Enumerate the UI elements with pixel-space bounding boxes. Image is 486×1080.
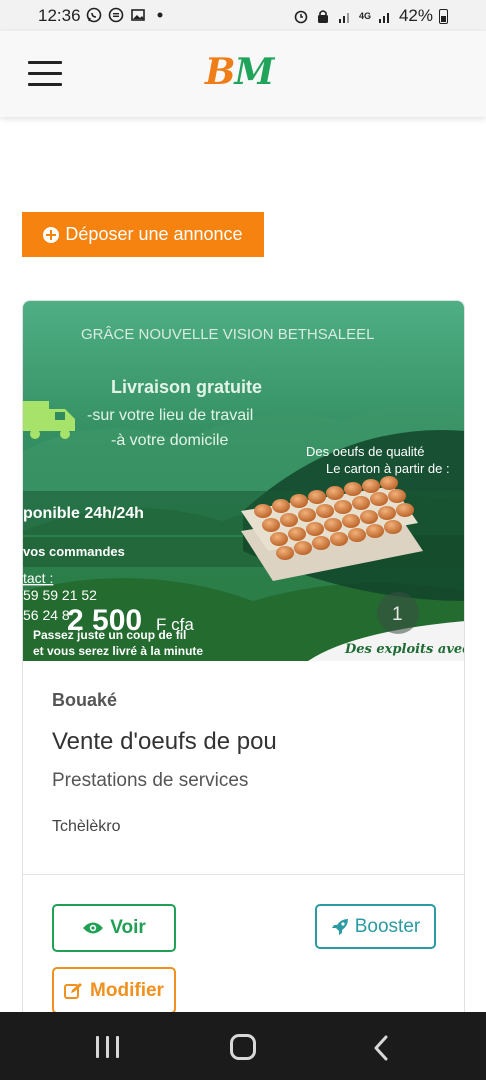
boost-button[interactable]: Booster <box>315 904 436 949</box>
battery-level: 42% <box>398 6 433 25</box>
tagline-1: Passez juste un coup de fil <box>33 628 186 642</box>
delivery-line-1: -sur votre lieu de travail <box>87 407 253 424</box>
plus-circle-icon <box>43 226 60 243</box>
delivery-title: Livraison gratuite <box>111 377 262 397</box>
system-nav-bar <box>0 1012 486 1080</box>
listing-card: GRÂCE NOUVELLE VISION BETHSALEEL Livrais… <box>22 300 465 1080</box>
tagline-2: et vous serez livré à la minute <box>33 644 203 658</box>
availability-text: ponible 24h/24h <box>23 505 144 522</box>
edit-button[interactable]: Modifier <box>52 967 176 1014</box>
lock-icon <box>317 10 328 23</box>
status-time: 12:36 <box>38 6 81 25</box>
message-icon <box>108 7 124 23</box>
orders-text: vos commandes <box>23 544 125 559</box>
deposit-ad-label: Déposer une annonce <box>65 224 243 244</box>
delivery-line-2: -à votre domicile <box>111 432 228 449</box>
system-status: 4G 42% <box>293 6 448 26</box>
hamburger-icon[interactable] <box>28 61 62 87</box>
signal-icon <box>338 13 349 23</box>
quality-line-2: Le carton à partir de : <box>326 461 450 476</box>
org-name: GRÂCE NOUVELLE VISION BETHSALEEL <box>81 326 374 343</box>
logo-letter-b: B <box>205 51 235 93</box>
recents-icon[interactable] <box>96 1036 120 1058</box>
rocket-icon <box>331 918 348 935</box>
battery-icon <box>439 8 448 24</box>
edit-icon <box>64 982 83 999</box>
image-counter: 1 <box>392 604 403 625</box>
eye-icon <box>83 922 104 934</box>
signal-icon-2 <box>378 13 389 23</box>
listing-photo: GRÂCE NOUVELLE VISION BETHSALEEL Livrais… <box>23 301 465 661</box>
card-divider <box>23 874 464 875</box>
back-icon[interactable] <box>370 1034 394 1062</box>
phone-2: 56 24 8 <box>23 607 70 623</box>
app-header: BM <box>0 31 486 117</box>
status-bar: 12:36 4G 42% <box>0 0 486 31</box>
listing-locality: Tchèlèkro <box>52 818 121 835</box>
deposit-ad-button[interactable]: Déposer une annonce <box>22 212 264 257</box>
view-button[interactable]: Voir <box>52 904 176 952</box>
whatsapp-icon <box>86 7 102 23</box>
listing-image[interactable]: GRÂCE NOUVELLE VISION BETHSALEEL Livrais… <box>23 301 465 661</box>
listing-category: Prestations de services <box>52 770 249 791</box>
boost-label: Booster <box>354 915 421 937</box>
quality-line-1: Des oeufs de qualité <box>306 444 425 459</box>
network-type: 4G <box>358 11 371 21</box>
notification-icons <box>86 7 168 23</box>
contact-label: tact : <box>23 570 53 586</box>
logo-letter-m: M <box>234 51 274 93</box>
listing-city: Bouaké <box>52 690 118 710</box>
listing-title[interactable]: Vente d'oeufs de pou <box>52 728 277 756</box>
dot-icon <box>157 12 163 18</box>
brand-logo[interactable]: BM <box>205 51 274 93</box>
gallery-icon <box>131 9 145 21</box>
edit-label: Modifier <box>90 979 164 1001</box>
home-icon[interactable] <box>230 1034 256 1060</box>
screen: 12:36 4G 42% BM Déposer une annonce GRÂC… <box>0 0 486 1080</box>
alarm-icon <box>294 10 308 24</box>
view-label: Voir <box>110 917 146 938</box>
slogan-text: Des exploits avec ! <box>344 642 465 657</box>
phone-1: 59 59 21 52 <box>23 587 97 603</box>
